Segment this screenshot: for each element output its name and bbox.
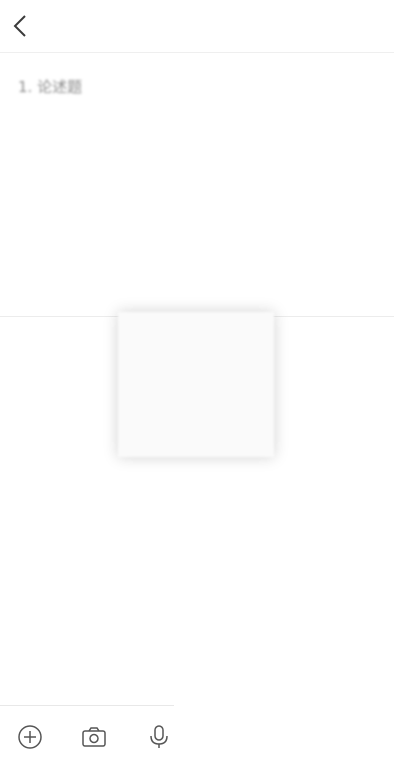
add-circle-icon bbox=[18, 725, 42, 749]
bottom-toolbar bbox=[0, 705, 174, 765]
question-number: 1. 论述题 bbox=[18, 78, 83, 96]
camera-icon bbox=[82, 727, 106, 747]
microphone-icon bbox=[150, 725, 168, 748]
add-button[interactable] bbox=[17, 724, 43, 750]
header-bar bbox=[0, 0, 394, 53]
back-button[interactable] bbox=[10, 12, 32, 40]
voice-button[interactable] bbox=[146, 724, 172, 750]
popup-overlay bbox=[118, 312, 274, 457]
camera-button[interactable] bbox=[81, 724, 107, 750]
chevron-left-icon bbox=[13, 15, 26, 37]
